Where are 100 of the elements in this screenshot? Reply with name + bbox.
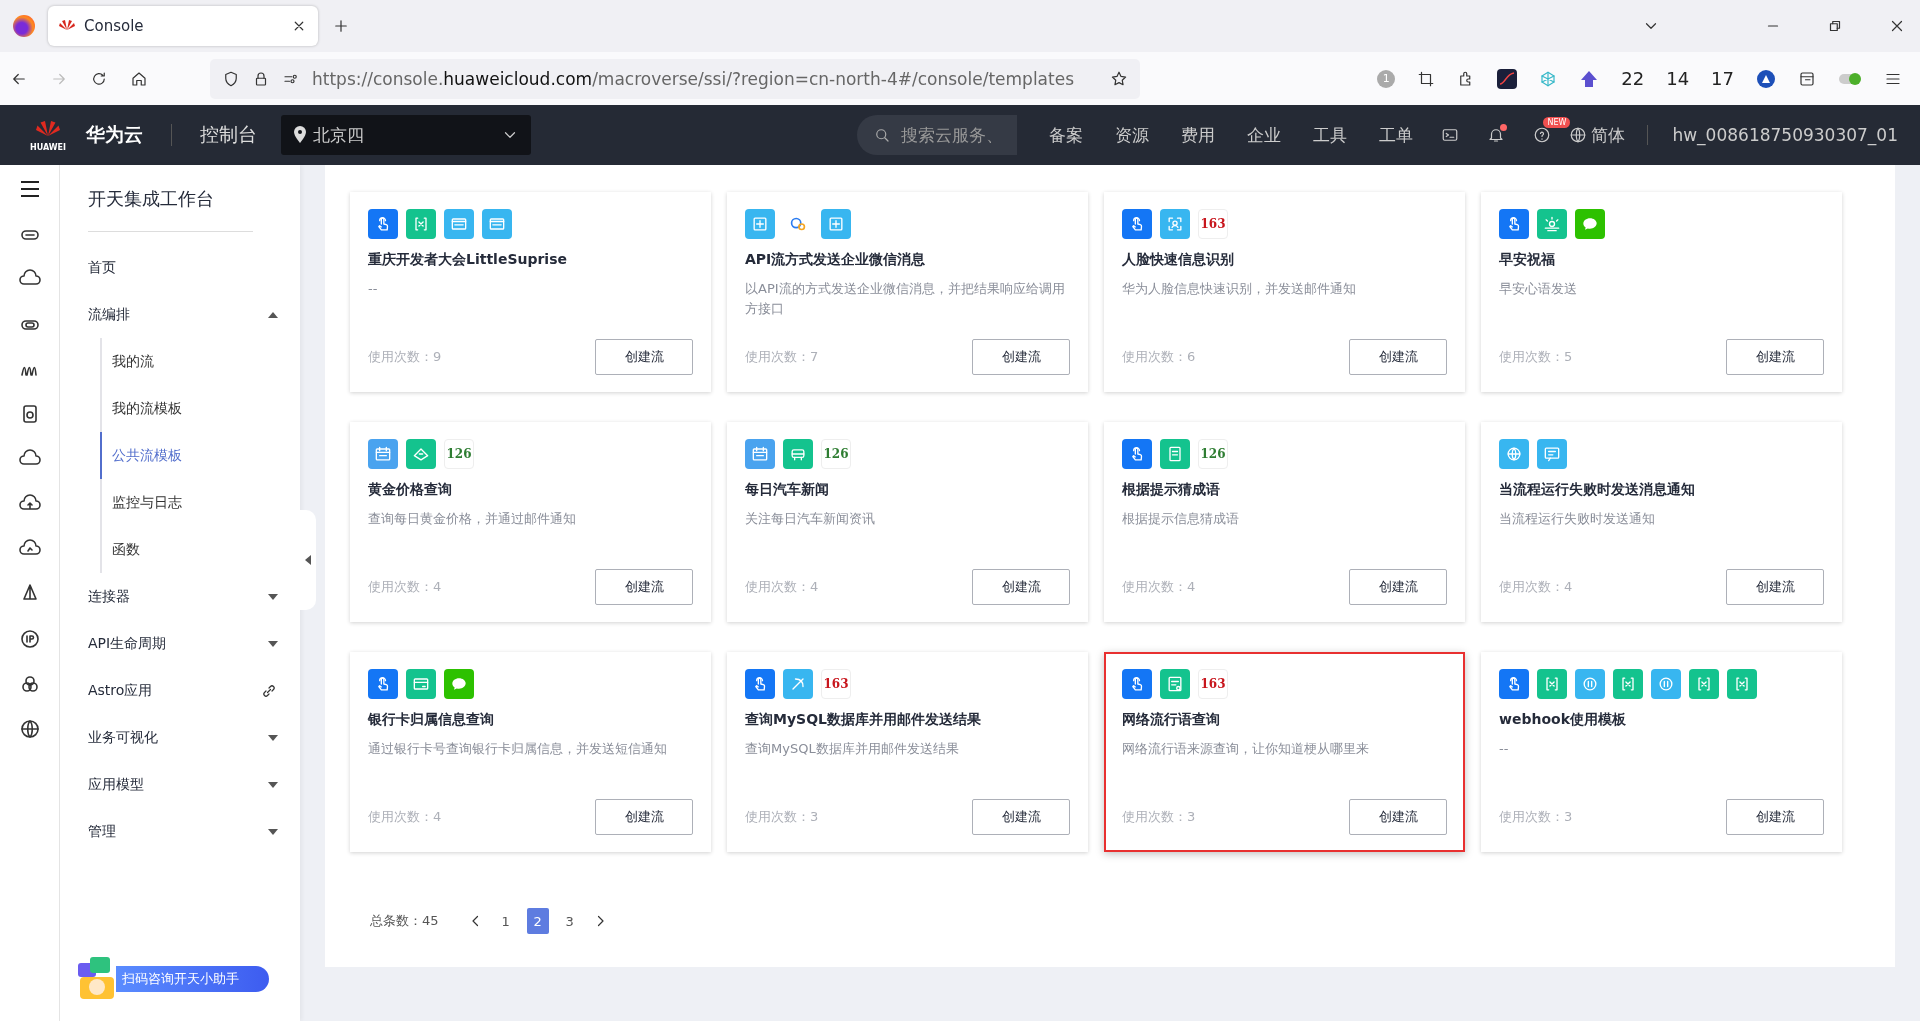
touch-icon xyxy=(1122,209,1152,239)
extension-counter[interactable]: 17 xyxy=(1711,68,1734,89)
sidebar-item[interactable]: 连接器 xyxy=(88,573,300,620)
sidebar-subitem[interactable]: 函数 xyxy=(100,526,300,573)
language-menu[interactable]: 简体 xyxy=(1591,123,1626,147)
card-title: 当流程运行失败时发送消息通知 xyxy=(1499,481,1696,499)
card-title: 查询MySQL数据库并用邮件发送结果 xyxy=(745,711,982,729)
page-number[interactable]: 3 xyxy=(558,908,581,934)
box-icon[interactable] xyxy=(1798,69,1816,88)
template-card[interactable]: 重庆开发者大会LittleSuprise -- 使用次数：9 创建流 xyxy=(350,192,711,392)
template-card[interactable]: 163 查询MySQL数据库并用邮件发送结果 查询MySQL数据库并用邮件发送结果 使用次数：3 创建流 xyxy=(727,652,1088,852)
template-card[interactable]: 126 根据提示猜成语 根据提示信息猜成语 使用次数：4 创建流 xyxy=(1104,422,1465,622)
crop-icon[interactable] xyxy=(1417,69,1436,88)
mail-logo: 126 xyxy=(1198,439,1228,469)
help-icon[interactable] xyxy=(1533,126,1552,144)
template-card[interactable]: 163 人脸快速信息识别 华为人脸信息快速识别，并发送邮件通知 使用次数：6 创建流 xyxy=(1104,192,1465,392)
create-flow-button[interactable]: 创建流 xyxy=(1726,339,1824,375)
nav-link[interactable]: 企业 xyxy=(1247,123,1282,147)
template-card[interactable]: 早安祝福 早安心语发送 使用次数：5 创建流 xyxy=(1481,192,1842,392)
template-card[interactable]: 当流程运行失败时发送消息通知 当流程运行失败时发送通知 使用次数：4 创建流 xyxy=(1481,422,1842,622)
pause-icon xyxy=(1651,669,1681,699)
search-field[interactable]: 搜索云服务、 xyxy=(857,115,1018,155)
nav-link[interactable]: 备案 xyxy=(1049,123,1084,147)
chart-icon[interactable] xyxy=(1497,68,1518,89)
card-title: webhook使用模板 xyxy=(1499,711,1627,729)
template-card[interactable]: 126 每日汽车新闻 关注每日汽车新闻资讯 使用次数：4 创建流 xyxy=(727,422,1088,622)
page-number[interactable]: 2 xyxy=(526,908,549,934)
sidebar-item[interactable]: 应用模型 xyxy=(88,761,300,808)
usage-count: 使用次数：4 xyxy=(1122,578,1196,596)
create-flow-button[interactable]: 创建流 xyxy=(1349,569,1447,605)
usage-count: 使用次数：3 xyxy=(1499,808,1573,826)
console-link[interactable]: 控制台 xyxy=(200,122,258,148)
create-flow-button[interactable]: 创建流 xyxy=(1349,339,1447,375)
sidebar-item[interactable]: 流编排 xyxy=(88,291,300,338)
usage-count: 使用次数：4 xyxy=(368,808,442,826)
new-tab-icon[interactable] xyxy=(332,17,350,35)
http-icon xyxy=(444,209,474,239)
sidebar-subitem[interactable]: 监控与日志 xyxy=(100,479,300,526)
sidebar-item[interactable]: 首页 xyxy=(88,244,300,291)
nav-link[interactable]: 工单 xyxy=(1379,123,1414,147)
touch-icon xyxy=(368,669,398,699)
bell-icon[interactable] xyxy=(1487,126,1506,144)
create-flow-button[interactable]: 创建流 xyxy=(972,799,1070,835)
url-text: https://console.huaweicloud.com/macroverse/ssi/?region=cn-north-4#/console/templates xyxy=(312,68,1075,89)
page-number[interactable]: 1 xyxy=(494,908,517,934)
extension-counter[interactable]: 14 xyxy=(1666,68,1690,89)
card-title: 早安祝福 xyxy=(1499,251,1556,269)
user-name[interactable]: hw_008618750930307_01 xyxy=(1647,125,1898,145)
browser-tab[interactable]: Console xyxy=(48,6,318,46)
nav-link[interactable]: 工具 xyxy=(1313,123,1348,147)
card-description: 网络流行语来源查询，让你知道梗从哪里来 xyxy=(1122,740,1370,758)
create-flow-button[interactable]: 创建流 xyxy=(972,569,1070,605)
variable-icon xyxy=(1689,669,1719,699)
address-bar[interactable]: https://console.huaweicloud.com/macroverse/ssi/?region=cn-north-4#/console/templates xyxy=(210,58,1140,99)
variable-icon xyxy=(1613,669,1643,699)
toggle-icon[interactable] xyxy=(1838,70,1862,87)
message-icon xyxy=(1575,209,1605,239)
create-flow-button[interactable]: 创建流 xyxy=(1726,569,1824,605)
sidebar-subitem[interactable]: 我的流 xyxy=(100,338,300,385)
sidebar-item[interactable]: API生命周期 xyxy=(88,620,300,667)
extension-counter[interactable]: 22 xyxy=(1621,68,1645,89)
create-flow-button[interactable]: 创建流 xyxy=(595,799,693,835)
create-flow-button[interactable]: 创建流 xyxy=(972,339,1070,375)
template-card[interactable]: 银行卡归属信息查询 通过银行卡号查询银行卡归属信息，并发送短信通知 使用次数：4 创建流 xyxy=(350,652,711,852)
usage-count: 使用次数：9 xyxy=(368,348,442,366)
nav-link[interactable]: 费用 xyxy=(1181,123,1216,147)
nav-link[interactable]: 资源 xyxy=(1115,123,1150,147)
star-icon[interactable] xyxy=(1110,69,1128,88)
sidebar-item[interactable]: 管理 xyxy=(88,808,300,855)
browser-logo[interactable] xyxy=(13,15,35,37)
card-icon xyxy=(406,669,436,699)
variable-icon xyxy=(1727,669,1757,699)
ring-icon[interactable] xyxy=(1756,68,1776,89)
create-flow-button[interactable]: 创建流 xyxy=(1726,799,1824,835)
brand-name[interactable]: 华为云 xyxy=(86,122,144,148)
reload-icon[interactable] xyxy=(90,69,108,88)
card-description: 查询MySQL数据库并用邮件发送结果 xyxy=(745,740,960,758)
variable-icon xyxy=(1537,669,1567,699)
template-card[interactable]: webhook使用模板 -- 使用次数：3 创建流 xyxy=(1481,652,1842,852)
notice-icon xyxy=(1537,439,1567,469)
create-flow-button[interactable]: 创建流 xyxy=(595,569,693,605)
sidebar-subitem[interactable]: 我的流模板 xyxy=(100,385,300,432)
usage-count: 使用次数：3 xyxy=(745,808,819,826)
template-card[interactable]: 163 网络流行语查询 网络流行语来源查询，让你知道梗从哪里来 使用次数：3 创建流 xyxy=(1104,652,1465,852)
collapse-handle[interactable] xyxy=(300,510,316,610)
template-card[interactable]: API流方式发送企业微信消息 以API流的方式发送企业微信消息，并把结果响应给调用方接口 使用次数：7 创建流 xyxy=(727,192,1088,392)
sidebar-item[interactable]: 业务可视化 xyxy=(88,714,300,761)
card-description: 当流程运行失败时发送通知 xyxy=(1499,510,1656,528)
sidebar-item[interactable]: Astro应用 xyxy=(88,667,300,714)
sun-icon xyxy=(1537,209,1567,239)
create-flow-button[interactable]: 创建流 xyxy=(595,339,693,375)
card-description: 早安心语发送 xyxy=(1499,280,1578,298)
terminal-icon[interactable] xyxy=(1441,126,1460,144)
mail-logo: 126 xyxy=(444,439,474,469)
http-icon xyxy=(482,209,512,239)
template-card[interactable]: 126 黄金价格查询 查询每日黄金价格，并通过邮件通知 使用次数：4 创建流 xyxy=(350,422,711,622)
assistant-banner[interactable]: 扫码咨询开天小助手 xyxy=(116,966,269,992)
create-flow-button[interactable]: 创建流 xyxy=(1349,799,1447,835)
globe-icon[interactable] xyxy=(1569,126,1588,144)
region-select[interactable]: 北京四 xyxy=(281,115,532,155)
